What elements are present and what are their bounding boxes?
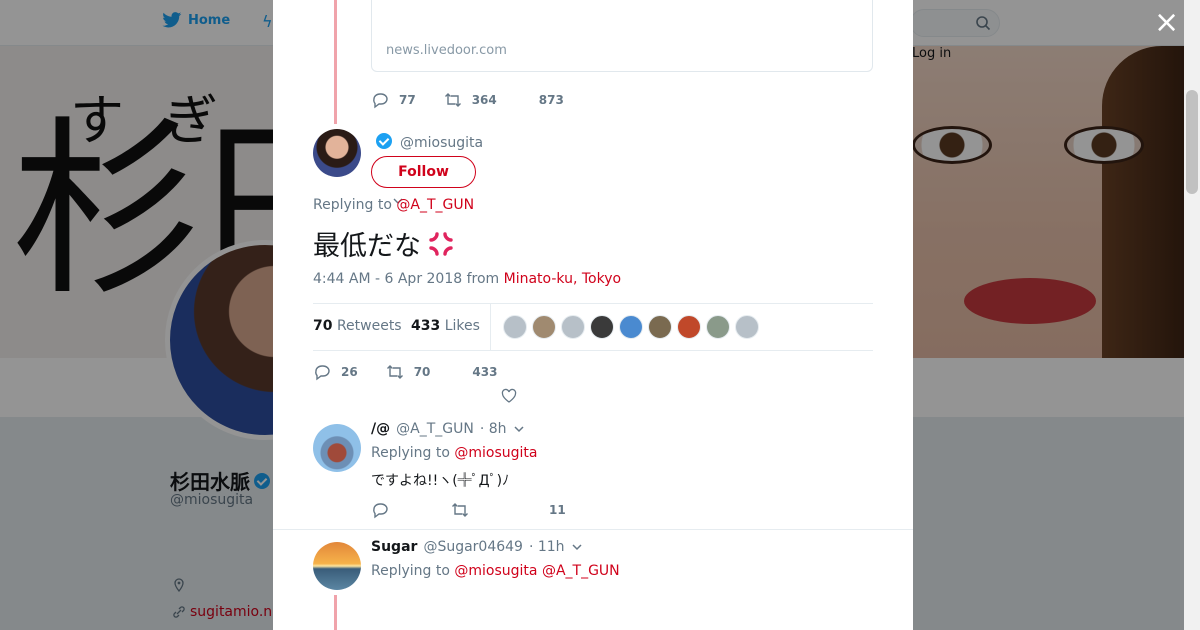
chevron-down-icon[interactable] <box>513 423 525 435</box>
main-tweet-actions: 26 70 433 <box>313 363 525 381</box>
reply-icon <box>315 365 330 381</box>
replying-to-line: Replying to @miosugita @A_T_GUN <box>371 563 620 579</box>
liker-avatar[interactable] <box>619 315 643 339</box>
replying-to-line: Replying to @A_T_GUN <box>313 197 474 213</box>
reply-text: ですよね!!ヽ(╬ﾟДﾟ)ﾉ <box>371 473 510 489</box>
close-icon[interactable]: × <box>1154 8 1179 38</box>
liker-avatar[interactable] <box>677 315 701 339</box>
replying-to-user[interactable]: @miosugita <box>454 563 537 579</box>
prev-tweet-actions: 77 364 873 <box>371 91 592 109</box>
like-stat-label: Likes <box>444 318 480 334</box>
tweet-permalink-modal: news.livedoor.com 77 364 873 @miosugita … <box>273 0 913 630</box>
liker-avatar[interactable] <box>561 315 585 339</box>
like-stat[interactable]: 433 Likes <box>411 318 480 334</box>
replying-to-user[interactable]: @A_T_GUN <box>396 197 474 213</box>
retweet-button[interactable]: 70 <box>386 363 431 381</box>
like-count: 11 <box>549 503 566 517</box>
reply-count: 26 <box>341 365 358 379</box>
reply-header: Sugar @Sugar04649 · 11h <box>371 539 583 555</box>
tweet-timestamp[interactable]: 4:44 AM - 6 Apr 2018 from <box>313 271 499 287</box>
replying-prefix: Replying to <box>371 445 450 461</box>
liker-avatar[interactable] <box>590 315 614 339</box>
card-domain: news.livedoor.com <box>386 43 507 58</box>
reply-author-avatar[interactable] <box>313 542 361 590</box>
link-preview-card[interactable]: news.livedoor.com <box>371 0 873 72</box>
reply-header: /@ @A_T_GUN · 8h <box>371 421 525 437</box>
liker-avatar[interactable] <box>735 315 759 339</box>
replying-to-user[interactable]: @miosugita <box>454 445 537 461</box>
replying-to-user[interactable]: @A_T_GUN <box>542 563 620 579</box>
thread-line-top <box>334 0 337 124</box>
retweet-icon <box>452 503 468 517</box>
reply-icon <box>373 93 388 109</box>
replying-prefix: Replying to <box>313 197 392 213</box>
retweet-stat-label: Retweets <box>336 318 402 334</box>
chevron-down-icon[interactable] <box>571 541 583 553</box>
tweet-location[interactable]: Minato-ku, Tokyo <box>504 271 621 287</box>
reply-time[interactable]: · 8h <box>480 421 507 437</box>
retweet-count: 364 <box>471 93 497 107</box>
replying-to-line: Replying to @miosugita <box>371 445 538 461</box>
reply-button[interactable]: 77 <box>371 91 416 109</box>
retweet-button[interactable]: 364 <box>444 91 497 109</box>
verified-badge-icon <box>376 133 392 149</box>
reply-count: 77 <box>399 93 416 107</box>
page-scrollbar[interactable] <box>1184 0 1200 630</box>
tweet-author-handle[interactable]: @miosugita <box>400 135 483 151</box>
like-count: 433 <box>472 365 498 379</box>
stats-divider <box>490 304 491 350</box>
like-count: 873 <box>538 93 564 107</box>
like-button[interactable]: 873 <box>539 93 564 107</box>
anger-symbol-icon <box>429 231 453 256</box>
liker-avatar[interactable] <box>648 315 672 339</box>
reply-time[interactable]: · 11h <box>529 539 565 555</box>
reply-author-name[interactable]: /@ <box>371 421 390 437</box>
reply-author-handle[interactable]: @A_T_GUN <box>396 421 474 437</box>
tweet-stats: 70 Retweets 433 Likes <box>313 303 873 351</box>
reply-author-avatar[interactable] <box>313 424 361 472</box>
reply-button[interactable]: 26 <box>313 363 358 381</box>
reply-author-handle[interactable]: @Sugar04649 <box>423 539 523 555</box>
liker-avatar[interactable] <box>706 315 730 339</box>
like-button[interactable]: 433 <box>472 365 497 379</box>
tweet-text-content: 最低だな <box>313 231 421 262</box>
follow-button[interactable]: Follow <box>371 156 476 188</box>
tweet-metadata: 4:44 AM - 6 Apr 2018 from Minato-ku, Tok… <box>313 271 621 287</box>
reply-button[interactable] <box>371 501 389 519</box>
reply-actions: 11 <box>371 501 594 519</box>
thread-line-bottom <box>334 595 337 630</box>
retweet-stat[interactable]: 70 Retweets <box>313 318 402 334</box>
reply-divider <box>273 529 913 530</box>
reply-icon <box>373 503 388 519</box>
tweet-author-avatar[interactable] <box>313 129 361 177</box>
liker-avatars <box>503 315 759 339</box>
retweet-button[interactable] <box>451 501 469 519</box>
retweet-stat-count: 70 <box>313 318 333 334</box>
liker-avatar[interactable] <box>532 315 556 339</box>
reply-author-name[interactable]: Sugar <box>371 539 417 555</box>
retweet-icon <box>444 93 461 107</box>
retweet-count: 70 <box>413 365 431 379</box>
liker-avatar[interactable] <box>503 315 527 339</box>
replying-prefix: Replying to <box>371 563 450 579</box>
retweet-icon <box>386 365 403 379</box>
heart-icon[interactable] <box>501 388 517 404</box>
scrollbar-thumb[interactable] <box>1186 90 1198 194</box>
tweet-text: 最低だな <box>313 224 457 263</box>
like-stat-count: 433 <box>411 318 441 334</box>
like-button[interactable]: 11 <box>549 503 566 517</box>
